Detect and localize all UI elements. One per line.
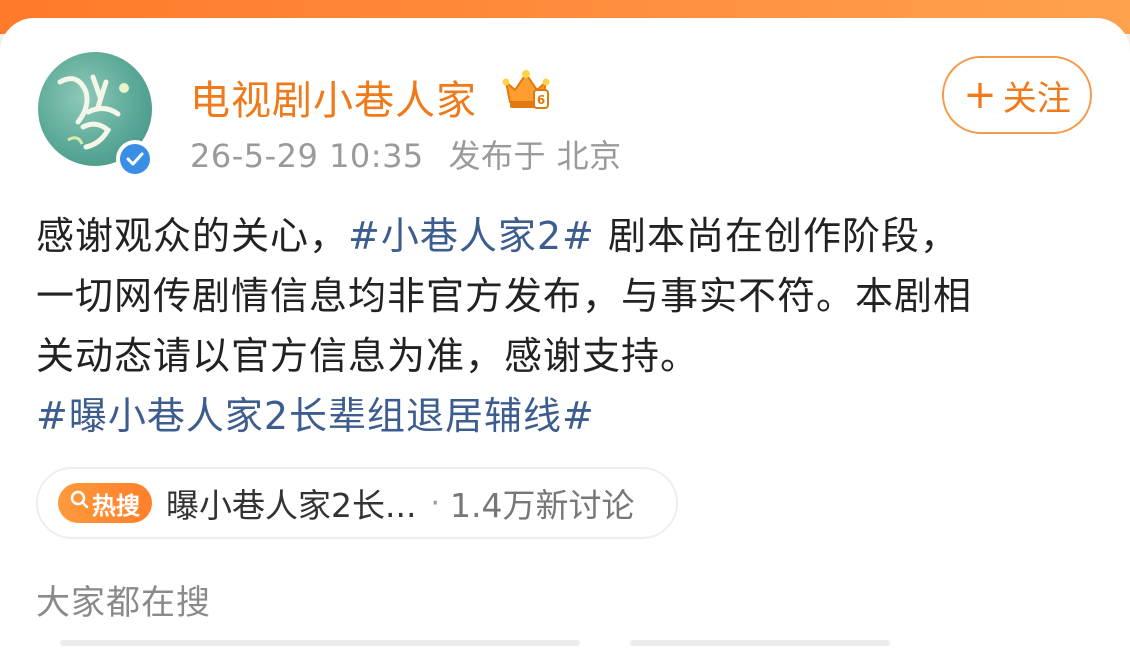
section-heading: 大家都在搜 [36,583,211,623]
follow-button[interactable]: + 关注 [942,56,1092,134]
plus-icon: + [963,72,997,118]
post-location: 发布于 北京 [448,137,622,175]
post-timestamp: 26-5-29 10:35 [190,137,424,175]
hot-search-discussion-count: 1.4万新讨论 [450,486,635,525]
content-line-4: #曝小巷人家2长辈组退居辅线# [36,386,1106,446]
suggestion-chip-edge[interactable] [60,640,580,646]
svg-text:6: 6 [537,93,545,107]
verified-check-icon [120,144,150,174]
hashtag-link[interactable]: #曝小巷人家2长辈组退居辅线# [36,394,595,438]
content-text: 剧本尚在创作阶段， [594,214,959,258]
content-line-2: 一切网传剧情信息均非官方发布，与事实不符。本剧相 [36,274,973,318]
post-content: 感谢观众的关心，#小巷人家2# 剧本尚在创作阶段， 一切网传剧情信息均非官方发布… [36,206,1106,446]
hot-search-title: 曝小巷人家2长... [166,486,417,525]
content-line-1: 感谢观众的关心，#小巷人家2# 剧本尚在创作阶段， [36,206,1106,266]
content-line-3: 关动态请以官方信息为准，感谢支持。 [36,334,700,378]
follow-label: 关注 [1002,78,1071,119]
hot-search-badge: 热搜 [58,483,152,523]
hot-search-icon [70,490,90,516]
verified-badge [116,140,154,178]
suggestion-chip-edge[interactable] [630,640,890,646]
vip-crown-icon: 6 [502,68,550,112]
hot-search-badge-label: 热搜 [92,491,140,520]
author-name[interactable]: 电视剧小巷人家 [190,68,477,126]
hashtag-link[interactable]: #小巷人家2# [348,214,595,258]
post-meta: 26-5-29 10:35 发布于 北京 [190,131,622,177]
separator-dot: · [430,485,441,521]
hot-search-pill[interactable]: 热搜 曝小巷人家2长... · 1.4万新讨论 [36,467,678,539]
content-text: 感谢观众的关心， [36,214,349,258]
